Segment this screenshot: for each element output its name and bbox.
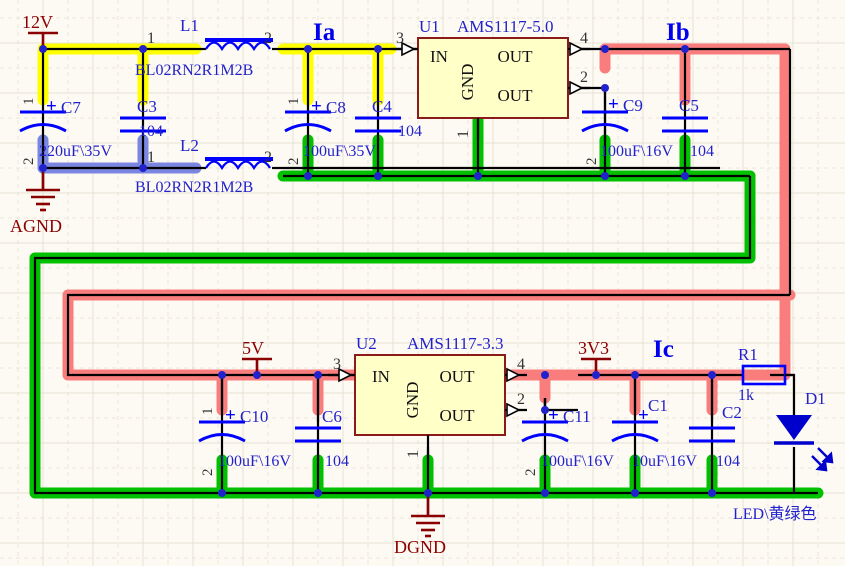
c3-value: 104 <box>139 123 163 140</box>
u2-pinnum-3: 3 <box>333 356 341 373</box>
c9-plus: + <box>608 94 619 115</box>
c8-pin1: 1 <box>286 98 302 106</box>
c7-plus: + <box>46 96 57 117</box>
u2-pinnum-4: 4 <box>517 356 525 373</box>
c6-value: 104 <box>325 453 349 470</box>
u2-pinnum-2: 2 <box>517 391 525 408</box>
c10-designator: C10 <box>240 407 268 426</box>
c9-pin2: 2 <box>584 158 600 166</box>
r1-designator: R1 <box>738 345 758 364</box>
c7-value: 220uF\35V <box>39 143 112 160</box>
net-label-3v3: 3V3 <box>578 338 609 358</box>
u1-pinnum-2: 2 <box>580 69 588 86</box>
l1-pin1: 1 <box>147 30 155 47</box>
u2-pin-out-top: OUT <box>440 367 476 386</box>
c8-value: 100uF\35V <box>303 143 376 160</box>
c11-plus: + <box>548 405 559 426</box>
d1-value: LED\黄绿色 <box>733 505 817 523</box>
c11-pin2: 2 <box>523 469 539 477</box>
c7-designator: C7 <box>61 98 81 117</box>
c5-value: 104 <box>690 143 714 160</box>
u1-pin-out-bottom: OUT <box>498 86 534 105</box>
u1-pinnum-4: 4 <box>580 30 588 47</box>
net-label-12v: 12V <box>22 12 53 32</box>
u1-pin-in: IN <box>430 47 448 66</box>
u2-pin-gnd: GND <box>403 382 422 419</box>
c10-value: 100uF\16V <box>218 453 291 470</box>
c4-value: 104 <box>398 123 422 140</box>
current-label-ic: Ic <box>653 336 674 363</box>
u2-designator: U2 <box>356 334 377 353</box>
c2-value: 104 <box>716 453 740 470</box>
d1-designator: D1 <box>805 389 826 408</box>
c8-designator: C8 <box>326 98 346 117</box>
u2-pin-out-bottom: OUT <box>440 406 476 425</box>
c8-pin2: 2 <box>286 158 302 166</box>
l2-part: BL02RN2R1M2B <box>135 179 253 196</box>
c1-value: 10uF\16V <box>632 453 697 470</box>
u1-pinnum-1: 1 <box>455 130 472 138</box>
u1-part: AMS1117-5.0 <box>457 17 554 36</box>
l2-designator: L2 <box>180 136 199 155</box>
c9-designator: C9 <box>623 96 643 115</box>
u1-designator: U1 <box>419 17 440 36</box>
u1-pinnum-3: 3 <box>396 30 404 47</box>
c11-value: 100uF\16V <box>541 453 614 470</box>
c9-value: 100uF\16V <box>600 143 673 160</box>
c7-pin1: 1 <box>21 98 37 106</box>
u2-pin-in: IN <box>372 367 390 386</box>
c10-plus: + <box>225 405 236 426</box>
u2-part: AMS1117-3.3 <box>407 334 504 353</box>
c1-designator: C1 <box>648 396 668 415</box>
l1-pin2: 2 <box>264 30 272 47</box>
current-label-ib: Ib <box>666 19 690 46</box>
l1-designator: L1 <box>180 16 199 35</box>
c10-pin1: 1 <box>200 408 216 416</box>
l2-pin2: 2 <box>264 149 272 166</box>
c11-designator: C11 <box>563 407 591 426</box>
net-label-dgnd: DGND <box>394 537 446 557</box>
c5-designator: C5 <box>679 96 699 115</box>
c10-pin2: 2 <box>200 469 216 477</box>
c3-designator: C3 <box>137 97 157 116</box>
l1-part: BL02RN2R1M2B <box>135 62 253 79</box>
c6-designator: C6 <box>322 407 342 426</box>
c8-plus: + <box>311 96 322 117</box>
c4-designator: C4 <box>372 97 392 116</box>
u1-pin-out-top: OUT <box>498 47 534 66</box>
u1-pin-gnd: GND <box>458 64 477 101</box>
schematic-sheet: L1 BL02RN2R1M2B 1 2 L2 BL02RN2R1M2B 1 2 … <box>0 0 845 566</box>
u2-pinnum-1: 1 <box>405 450 422 458</box>
c2-designator: C2 <box>722 403 742 422</box>
net-label-5v: 5V <box>242 338 264 358</box>
r1-value: 1k <box>738 387 754 404</box>
current-label-ia: Ia <box>313 19 336 46</box>
c7-pin2: 2 <box>21 158 37 166</box>
net-label-agnd: AGND <box>10 216 62 236</box>
l2-pin1: 1 <box>147 149 155 166</box>
